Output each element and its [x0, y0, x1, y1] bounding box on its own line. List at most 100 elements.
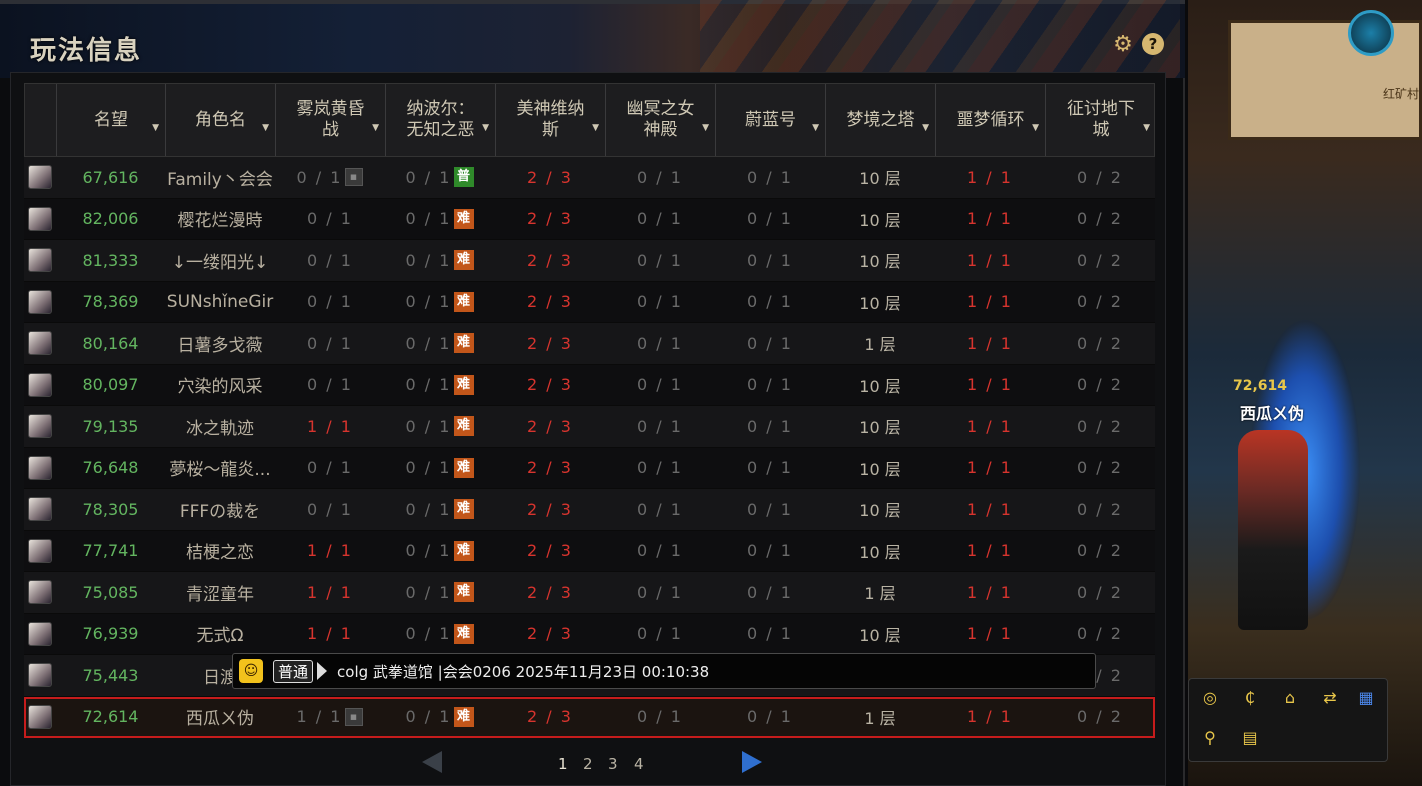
name-cell[interactable]: Family丶会会	[165, 165, 275, 190]
dungeon-cell-text: 0 / 2	[1077, 707, 1123, 727]
napol-cell-text: 0 / 1	[405, 292, 452, 312]
compass-icon[interactable]	[1348, 10, 1394, 56]
page-3[interactable]: 3	[608, 755, 618, 773]
page-4[interactable]: 4	[634, 755, 644, 773]
table-row[interactable]: 76,648 夢桜～龍炎... 0 / 10 / 1难2 / 30 / 10 / 1…	[24, 447, 1155, 489]
table-row[interactable]: 82,006 樱花烂漫時 0 / 10 / 1难2 / 30 / 10 / 1 10 …	[24, 198, 1155, 240]
sort-arrow-icon[interactable]: ▼	[812, 118, 819, 139]
header-col-7[interactable]: 梦境之塔 ▼	[826, 84, 936, 156]
sort-arrow-icon[interactable]: ▼	[482, 118, 489, 139]
coin-icon[interactable]: ₵	[1237, 685, 1263, 711]
azure-cell-text: 0 / 1	[747, 416, 793, 436]
name-cell[interactable]: 樱花烂漫時	[165, 206, 275, 231]
name-cell[interactable]: 西瓜ㄨ伪	[165, 704, 275, 729]
sort-arrow-icon[interactable]: ▼	[1032, 118, 1039, 139]
dream-tower-cell-text: 10 层	[859, 169, 901, 189]
venus-cell-text: 2 / 3	[527, 209, 573, 229]
header-col-6[interactable]: 蔚蓝号 ▼	[716, 84, 826, 156]
name-cell-text: ↓一缕阳光↓	[171, 252, 269, 273]
nightmare-cell-text: 1 / 1	[967, 458, 1013, 478]
hades-cell: 0 / 1	[605, 334, 715, 353]
next-page-arrow-icon[interactable]	[742, 751, 762, 773]
table-row[interactable]: 67,616 Family丶会会 0 / 1 ▪ 0 / 1普2 / 30 / 10 /…	[24, 157, 1155, 199]
prev-page-arrow-icon[interactable]	[422, 751, 442, 773]
nightmare-cell-text: 1 / 1	[967, 292, 1013, 312]
fame-cell-text: 81,333	[82, 250, 139, 270]
help-icon[interactable]: ?	[1142, 33, 1164, 55]
table-row[interactable]: 81,333 ↓一缕阳光↓ 0 / 10 / 1难2 / 30 / 10 / 1 10…	[24, 240, 1155, 282]
name-cell[interactable]: ↓一缕阳光↓	[165, 248, 275, 273]
nightmare-cell: 1 / 1	[935, 209, 1045, 228]
name-cell[interactable]: 青涩童年	[165, 580, 275, 605]
table-row[interactable]: 72,614 西瓜ㄨ伪 1 / 1 ▪ 0 / 1难2 / 30 / 10 / 11 层…	[24, 696, 1155, 738]
play-info-panel: 玩法信息 ⚙ ? 名望 ▼ 角色名 ▼ 雾岚黄昏战 ▼ 纳波尔：无知之恶 ▼ 美神维纳斯 ▼ 幽冥之…	[0, 0, 1185, 786]
page-2[interactable]: 2	[583, 755, 593, 773]
hades-cell-text: 0 / 1	[637, 458, 683, 478]
name-cell[interactable]: 日薯多戈薇	[165, 331, 275, 356]
sort-arrow-icon[interactable]: ▼	[372, 118, 379, 139]
table-row[interactable]: 79,135 冰之軌迹 1 / 10 / 1难2 / 30 / 10 / 1 10 层…	[24, 406, 1155, 448]
header-col-4[interactable]: 美神维纳斯 ▼	[496, 84, 606, 156]
dungeon-cell: 0 / 2	[1045, 707, 1155, 726]
fog-dusk-cell: 1 / 1	[275, 583, 385, 602]
name-cell[interactable]: 无式Ω	[165, 621, 275, 646]
name-cell[interactable]: 夢桜～龍炎...	[165, 455, 275, 480]
settings-gear-icon[interactable]: ⚙	[1112, 32, 1134, 57]
header-col-8[interactable]: 噩梦循环 ▼	[936, 84, 1046, 156]
header-col-5[interactable]: 幽冥之女神殿 ▼	[606, 84, 716, 156]
fame-cell: 76,939	[56, 624, 165, 643]
table-row[interactable]: 78,369 SUNshǐneGir 0 / 10 / 1难2 / 30 / 10 …	[24, 281, 1155, 323]
sort-arrow-icon[interactable]: ▼	[702, 118, 709, 139]
table-row[interactable]: 80,097 穴染的风采 0 / 10 / 1难2 / 30 / 10 / 1 10 …	[24, 364, 1155, 406]
sort-arrow-icon[interactable]: ▼	[1143, 118, 1150, 139]
napol-cell: 0 / 1难	[385, 623, 495, 644]
dungeon-cell-text: 0 / 2	[1077, 292, 1123, 312]
table-row[interactable]: 75,085 青涩童年 1 / 10 / 1难2 / 30 / 10 / 11 层1…	[24, 572, 1155, 614]
location-pin-icon[interactable]: ⚲	[1197, 725, 1223, 751]
table-row[interactable]: 77,741 桔梗之恋 1 / 10 / 1难2 / 30 / 10 / 1 10 层…	[24, 530, 1155, 572]
header-label: 梦境之塔	[846, 109, 915, 130]
name-cell[interactable]: 冰之軌迹	[165, 414, 275, 439]
book-icon[interactable]: ▤	[1237, 725, 1263, 751]
name-cell[interactable]: 穴染的风采	[165, 372, 275, 397]
header-label: 幽冥之女神殿	[626, 99, 695, 140]
nightmare-cell-text: 1 / 1	[967, 624, 1013, 644]
sort-arrow-icon[interactable]: ▼	[922, 118, 929, 139]
name-cell-text: 无式Ω	[196, 626, 244, 647]
cards-icon[interactable]: ▦	[1353, 685, 1379, 711]
dungeon-cell-text: 0 / 2	[1077, 624, 1123, 644]
hades-cell: 0 / 1	[605, 583, 715, 602]
name-cell[interactable]: FFFの裁を	[165, 497, 275, 522]
spiral-icon[interactable]: ◎	[1197, 685, 1223, 711]
name-cell-text: SUNshǐneGir	[166, 291, 274, 312]
sort-arrow-icon[interactable]: ▼	[262, 118, 269, 139]
dungeon-cell: 0 / 2	[1045, 375, 1155, 394]
table-row[interactable]: 78,305 FFFの裁を 0 / 10 / 1难2 / 30 / 10 / 1 10…	[24, 489, 1155, 531]
difficulty-tag: 难	[454, 208, 475, 229]
page-1[interactable]: 1	[558, 755, 568, 773]
header-col-3[interactable]: 纳波尔：无知之恶 ▼	[386, 84, 496, 156]
fame-cell: 75,085	[56, 583, 165, 602]
header-col-2[interactable]: 雾岚黄昏战 ▼	[276, 84, 386, 156]
table-row[interactable]: 80,164 日薯多戈薇 0 / 10 / 1难2 / 30 / 10 / 11 层…	[24, 323, 1155, 365]
header-col-0[interactable]: 名望 ▼	[57, 84, 166, 156]
house-icon[interactable]: ⌂	[1277, 685, 1303, 711]
azure-cell-text: 0 / 1	[747, 250, 793, 270]
dungeon-cell: 0 / 2	[1045, 583, 1155, 602]
character-avatar	[28, 414, 52, 439]
sort-arrow-icon[interactable]: ▼	[152, 118, 159, 139]
swap-icon[interactable]: ⇄	[1317, 685, 1343, 711]
name-cell[interactable]: SUNshǐneGir	[165, 292, 275, 312]
dungeon-cell-text: 0 / 2	[1077, 333, 1123, 353]
fog-dusk-cell-text: 1 / 1	[307, 416, 353, 436]
header-col-9[interactable]: 征讨地下城 ▼	[1046, 84, 1156, 156]
fame-cell: 75,443	[56, 666, 165, 685]
difficulty-tag: 难	[454, 499, 475, 520]
header-col-1[interactable]: 角色名 ▼	[166, 84, 276, 156]
dream-tower-cell: 10 层	[825, 414, 935, 438]
table-row[interactable]: 76,939 无式Ω 1 / 10 / 1难2 / 30 / 10 / 1 10 层1…	[24, 613, 1155, 655]
nightmare-cell-text: 1 / 1	[967, 333, 1013, 353]
name-cell[interactable]: 桔梗之恋	[165, 538, 275, 563]
sort-arrow-icon[interactable]: ▼	[592, 118, 599, 139]
difficulty-tag: 难	[454, 457, 475, 478]
